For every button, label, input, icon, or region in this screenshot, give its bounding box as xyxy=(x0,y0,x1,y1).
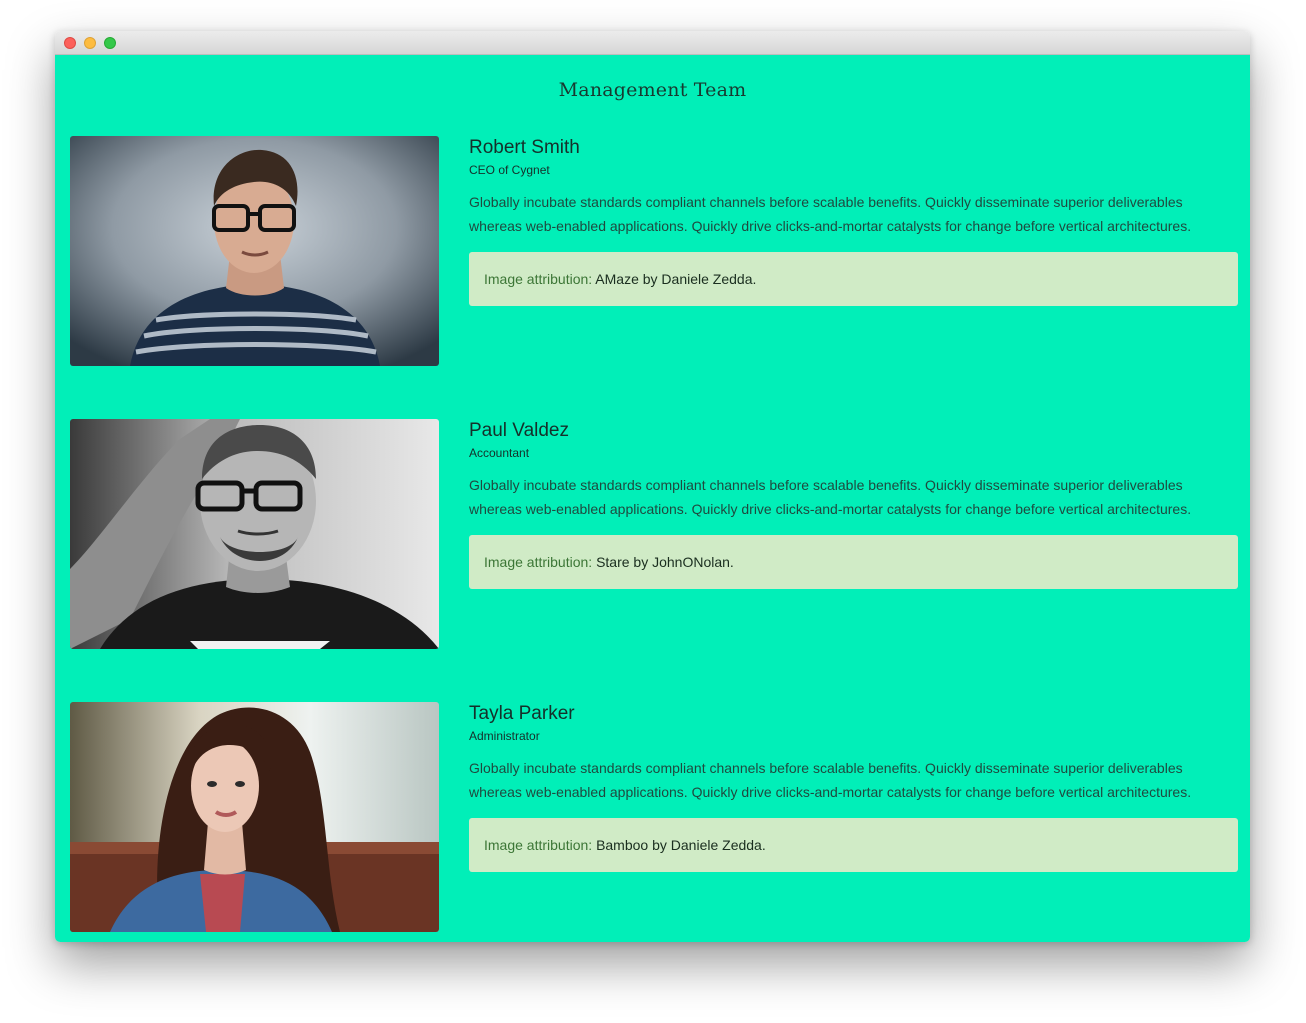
member-name: Tayla Parker xyxy=(469,703,575,724)
team-member-card: Tayla Parker Administrator Globally incu… xyxy=(70,702,1238,932)
attribution-text: AMaze by Daniele Zedda. xyxy=(595,271,757,287)
attribution-label: Image attribution: xyxy=(484,271,593,287)
member-bio: Globally incubate standards compliant ch… xyxy=(469,477,1192,517)
member-bio: Globally incubate standards compliant ch… xyxy=(469,760,1192,800)
member-portrait-image xyxy=(70,702,439,932)
team-member-card: Robert Smith CEO of Cygnet Globally incu… xyxy=(70,136,1238,366)
member-role: Accountant xyxy=(469,446,530,460)
attribution-label: Image attribution: xyxy=(484,837,593,853)
member-name: Robert Smith xyxy=(469,137,580,158)
zoom-window-button[interactable] xyxy=(104,37,116,49)
image-attribution-box: Image attribution: AMaze by Daniele Zedd… xyxy=(469,252,1238,306)
image-attribution-box: Image attribution: Stare by JohnONolan. xyxy=(469,535,1238,589)
member-portrait-image xyxy=(70,419,439,649)
attribution-label: Image attribution: xyxy=(484,554,593,570)
member-photo xyxy=(70,702,439,932)
attribution-text: Bamboo by Daniele Zedda. xyxy=(596,837,766,853)
page-content: Management Team Robert Smith CEO of Cygn… xyxy=(55,55,1250,942)
member-role: CEO of Cygnet xyxy=(469,163,550,177)
team-member-card: Paul Valdez Accountant Globally incubate… xyxy=(70,419,1238,649)
minimize-window-button[interactable] xyxy=(84,37,96,49)
member-role: Administrator xyxy=(469,729,540,743)
browser-window: Management Team Robert Smith CEO of Cygn… xyxy=(55,31,1250,942)
page-title: Management Team xyxy=(558,79,747,101)
image-attribution-box: Image attribution: Bamboo by Daniele Zed… xyxy=(469,818,1238,872)
attribution-text: Stare by JohnONolan. xyxy=(596,554,734,570)
close-window-button[interactable] xyxy=(64,37,76,49)
member-portrait-image xyxy=(70,136,439,366)
member-name: Paul Valdez xyxy=(469,420,569,441)
member-bio: Globally incubate standards compliant ch… xyxy=(469,194,1192,234)
window-titlebar xyxy=(55,31,1250,55)
member-photo xyxy=(70,419,439,649)
member-photo xyxy=(70,136,439,366)
